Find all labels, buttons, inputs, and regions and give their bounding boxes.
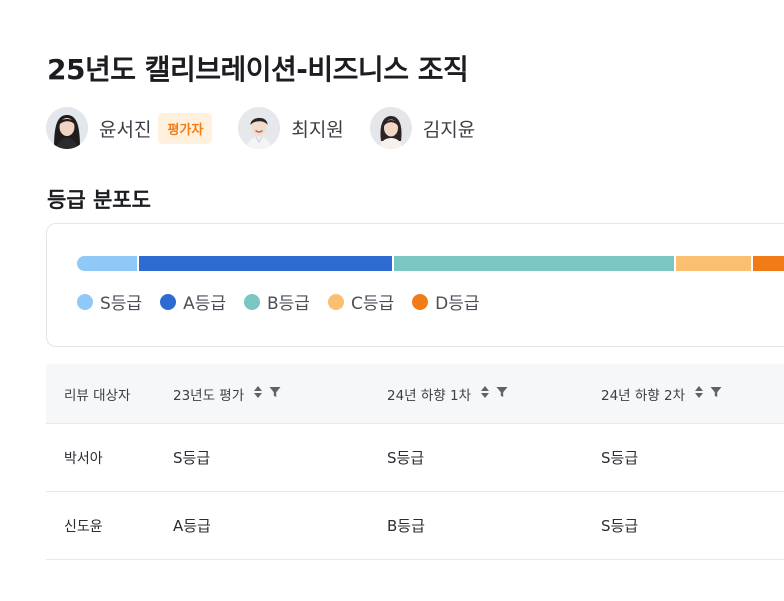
avatar-woman-long-hair <box>46 107 88 149</box>
member-item[interactable]: 윤서진 평가자 <box>46 107 213 149</box>
filter-icon[interactable] <box>496 386 508 402</box>
table-row[interactable]: 신도윤 A등급 B등급 S등급 <box>46 492 784 560</box>
member-item[interactable]: 최지원 <box>238 107 344 149</box>
grade-cell: S등급 <box>601 449 639 467</box>
header-24-down-2[interactable]: 24년 하향 2차 <box>601 384 722 404</box>
reviewee-name: 박서아 <box>64 450 103 467</box>
grade-bar-segment[interactable] <box>139 256 392 271</box>
grade-bar-segment[interactable] <box>393 256 674 271</box>
member-name: 윤서진 <box>99 118 152 141</box>
sort-icon[interactable] <box>480 385 490 403</box>
grade-distribution-bar <box>77 256 784 271</box>
table-header: 리뷰 대상자 23년도 평가 24년 하향 1차 24년 하향 2차 <box>46 364 784 424</box>
grade-bar-segment[interactable] <box>675 256 751 271</box>
grade-cell: B등급 <box>387 517 425 535</box>
legend-item: S등급 <box>77 289 142 314</box>
grade-bar-segment[interactable] <box>77 256 138 271</box>
legend-item: A등급 <box>160 289 226 314</box>
grade-legend: S등급 A등급 B등급 C등급 D등급 <box>77 289 497 314</box>
legend-item: D등급 <box>412 289 479 314</box>
grade-bar-segment[interactable] <box>752 256 784 271</box>
member-item[interactable]: 김지윤 <box>369 107 476 149</box>
legend-item: C등급 <box>327 289 395 314</box>
review-table: 리뷰 대상자 23년도 평가 24년 하향 1차 24년 하향 2차 박서아 S… <box>46 364 784 560</box>
legend-dot-icon <box>327 293 344 310</box>
header-24-down-1[interactable]: 24년 하향 1차 <box>387 384 508 404</box>
reviewee-name: 신도윤 <box>64 518 103 535</box>
grade-cell: S등급 <box>173 449 211 467</box>
distribution-title: 등급 분포도 <box>47 188 151 212</box>
header-23-eval[interactable]: 23년도 평가 <box>173 384 281 404</box>
filter-icon[interactable] <box>710 386 722 402</box>
legend-dot-icon <box>77 293 93 310</box>
grade-distribution-card: S등급 A등급 B등급 C등급 D등급 <box>46 223 784 347</box>
legend-dot-icon <box>412 293 429 310</box>
grade-cell: S등급 <box>601 517 639 535</box>
header-reviewee: 리뷰 대상자 <box>64 387 131 404</box>
sort-icon[interactable] <box>694 385 704 403</box>
sort-icon[interactable] <box>253 385 263 403</box>
grade-cell: A등급 <box>173 517 211 535</box>
legend-label: C등급 <box>350 294 395 314</box>
filter-icon[interactable] <box>269 386 281 402</box>
legend-dot-icon <box>244 293 260 310</box>
legend-label: A등급 <box>183 294 226 314</box>
member-name: 김지윤 <box>422 118 476 141</box>
legend-dot-icon <box>160 293 177 310</box>
header-label: 24년 하향 1차 <box>387 387 472 404</box>
table-row[interactable]: 박서아 S등급 S등급 S등급 <box>46 424 784 492</box>
header-label: 23년도 평가 <box>173 387 245 404</box>
page-title: 25년도 캘리브레이션-비즈니스 조직 <box>47 53 469 86</box>
header-label: 24년 하향 2차 <box>601 387 686 404</box>
legend-label: S등급 <box>100 294 143 314</box>
legend-label: D등급 <box>435 294 480 314</box>
avatar-woman-short-hair <box>369 107 412 149</box>
legend-label: B등급 <box>267 294 310 314</box>
evaluator-badge: 평가자 <box>158 112 213 144</box>
member-name: 최지원 <box>291 118 344 141</box>
calibration-members: 윤서진 평가자 최지원 김지윤 <box>46 106 501 150</box>
avatar-man-smiling <box>238 107 281 149</box>
grade-cell: S등급 <box>387 449 425 467</box>
legend-item: B등급 <box>244 289 310 314</box>
